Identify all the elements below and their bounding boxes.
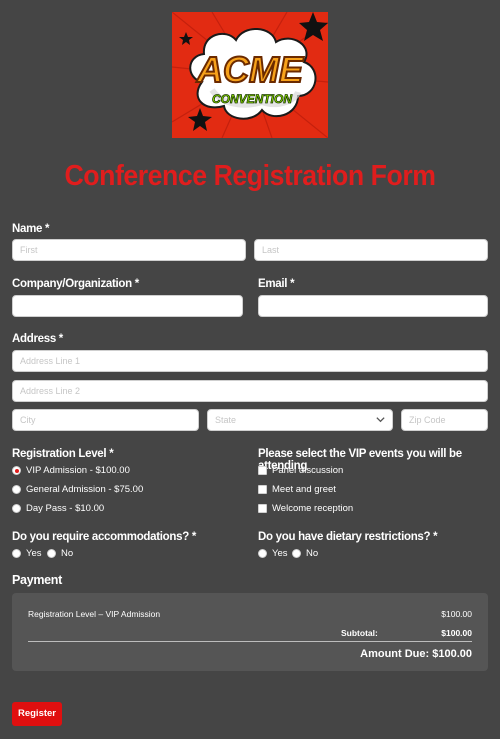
accommodations-no[interactable]: No [47, 548, 73, 559]
email-input[interactable] [258, 295, 488, 317]
checkbox[interactable] [258, 504, 267, 513]
acme-convention-logo: ACME CONVENTION [172, 12, 328, 138]
payment-title: Payment [12, 573, 63, 587]
address-label: Address * [12, 333, 63, 345]
option-label: No [306, 548, 319, 559]
page-title: Conference Registration Form [64, 160, 436, 192]
option-label: VIP Admission - $100.00 [26, 465, 130, 476]
zip-code-input[interactable]: Zip Code [401, 409, 488, 431]
address-line1-input[interactable]: Address Line 1 [12, 350, 488, 372]
payment-item-price: $100.00 [441, 609, 472, 619]
checkbox[interactable] [258, 466, 267, 475]
subtotal-value: $100.00 [441, 628, 472, 638]
city-input[interactable]: City [12, 409, 199, 431]
vip-event-welcome-reception[interactable]: Welcome reception [258, 503, 353, 514]
dietary-yes[interactable]: Yes [258, 548, 288, 559]
registration-option-vip[interactable]: VIP Admission - $100.00 [12, 465, 130, 476]
option-label: Welcome reception [272, 503, 354, 514]
vip-event-meet-and-greet[interactable]: Meet and greet [258, 484, 336, 495]
radio-button[interactable] [12, 504, 21, 513]
subtotal-label: Subtotal: [341, 628, 378, 638]
address-line2-input[interactable]: Address Line 2 [12, 380, 488, 402]
option-label: Day Pass - $10.00 [26, 503, 105, 514]
radio-button[interactable] [258, 549, 267, 558]
email-label: Email * [258, 278, 295, 290]
radio-button[interactable] [12, 485, 21, 494]
dietary-no[interactable]: No [292, 548, 318, 559]
register-button[interactable]: Register [12, 702, 62, 726]
company-label: Company/Organization * [12, 278, 139, 290]
state-select-value: State [215, 415, 237, 425]
checkbox[interactable] [258, 485, 267, 494]
radio-button[interactable] [12, 466, 21, 475]
star-icon [299, 12, 328, 41]
option-label: No [61, 548, 74, 559]
option-label: General Admission - $75.00 [26, 484, 144, 495]
accommodations-label: Do you require accommodations? * [12, 531, 197, 543]
payment-item-label: Registration Level – VIP Admission [28, 609, 161, 619]
option-label: Yes [272, 548, 288, 559]
radio-button[interactable] [292, 549, 301, 558]
dietary-label: Do you have dietary restrictions? * [258, 531, 438, 543]
option-label: Meet and greet [272, 484, 336, 495]
name-label: Name * [12, 223, 50, 235]
svg-text:CONVENTION: CONVENTION [212, 92, 292, 106]
payment-divider [28, 641, 472, 642]
state-select[interactable]: State [207, 409, 393, 431]
last-name-input[interactable]: Last [254, 239, 488, 261]
radio-button[interactable] [12, 549, 21, 558]
option-label: Yes [26, 548, 42, 559]
first-name-input[interactable]: First [12, 239, 246, 261]
radio-button[interactable] [47, 549, 56, 558]
chevron-down-icon [376, 417, 385, 423]
svg-text:ACME: ACME [196, 49, 304, 90]
option-label: Panel discussion [272, 465, 344, 476]
registration-level-label: Registration Level * [12, 448, 114, 460]
logo-graphic: ACME CONVENTION [172, 12, 328, 138]
star-icon [188, 108, 212, 131]
accommodations-yes[interactable]: Yes [12, 548, 42, 559]
registration-option-day-pass[interactable]: Day Pass - $10.00 [12, 503, 104, 514]
registration-option-general[interactable]: General Admission - $75.00 [12, 484, 143, 495]
amount-due: Amount Due: $100.00 [360, 648, 472, 660]
vip-event-panel-discussion[interactable]: Panel discussion [258, 465, 343, 476]
company-input[interactable] [12, 295, 243, 317]
